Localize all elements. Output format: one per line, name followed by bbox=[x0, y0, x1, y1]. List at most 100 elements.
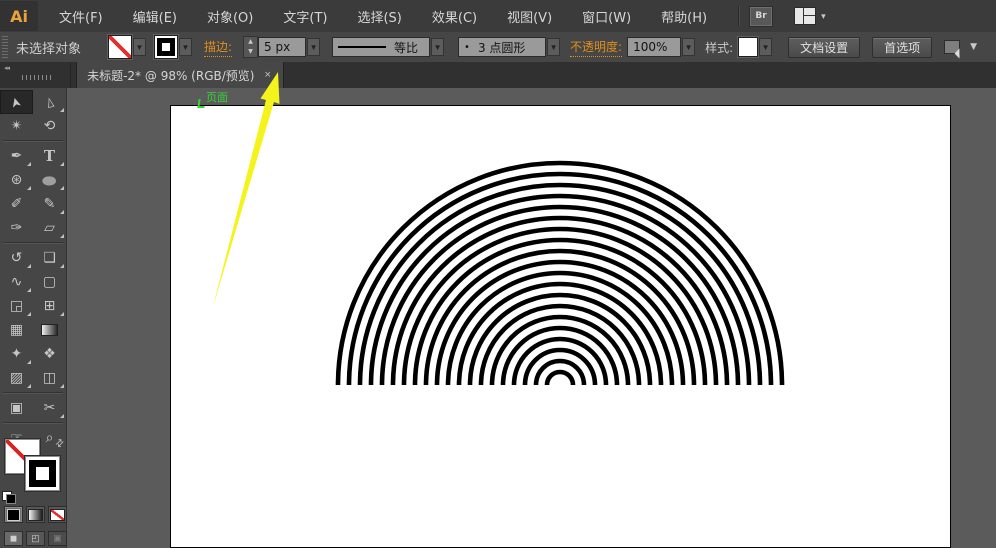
column-graph-tool[interactable]: ◫ bbox=[33, 366, 66, 390]
panel-drag-grip[interactable] bbox=[22, 75, 54, 80]
direct-selection-tool[interactable]: ▻ bbox=[33, 90, 66, 114]
menubar-item-5[interactable]: 效果(C) bbox=[417, 0, 492, 32]
collapse-panel-icon[interactable]: ◂◂ bbox=[4, 64, 9, 72]
opacity-input[interactable]: 100% bbox=[627, 37, 681, 57]
stroke-indicator[interactable] bbox=[25, 456, 60, 491]
stroke-profile-line-icon bbox=[338, 46, 386, 48]
width-profile-dropdown-icon[interactable]: ▼ bbox=[431, 38, 444, 56]
free-transform-tool[interactable]: ▢ bbox=[33, 270, 66, 294]
tool-group-divider bbox=[3, 392, 63, 394]
slice-tool[interactable]: ✂ bbox=[33, 396, 66, 420]
panel-grip[interactable] bbox=[2, 36, 8, 58]
width-profile-select[interactable]: 等比 bbox=[332, 37, 430, 57]
layout-grid-icon bbox=[794, 7, 816, 25]
control-bar: 未选择对象 ▼ ▼ 描边: ▲▼ 5 px ▼ 等比 ▼ • 3 点圆形 ▼ 不… bbox=[0, 32, 996, 63]
color-button[interactable] bbox=[4, 506, 23, 523]
blend-tool[interactable]: ❖ bbox=[33, 342, 66, 366]
lasso-tool[interactable]: ⟲ bbox=[33, 114, 66, 138]
width-tool[interactable]: ∿ bbox=[0, 270, 33, 294]
document-setup-button[interactable]: 文档设置 bbox=[788, 37, 860, 58]
polar-grid-tool[interactable]: ⊛ bbox=[0, 168, 33, 192]
pen-tool[interactable]: ✒ bbox=[0, 144, 33, 168]
menubar-item-7[interactable]: 窗口(W) bbox=[567, 0, 646, 32]
artboard-tool[interactable]: ▣ bbox=[0, 396, 33, 420]
artboard-page[interactable] bbox=[170, 105, 951, 548]
selection-tool[interactable]: ➤ bbox=[0, 90, 33, 114]
menubar-item-0[interactable]: 文件(F) bbox=[44, 0, 118, 32]
brush-definition-select[interactable]: • 3 点圆形 bbox=[458, 37, 546, 57]
blob-brush-tool[interactable]: ✑ bbox=[0, 216, 33, 240]
draw-normal-button[interactable]: ◼ bbox=[4, 531, 23, 546]
stroke-weight-stepper[interactable]: ▲▼ bbox=[243, 36, 258, 58]
style-dropdown-icon[interactable]: ▼ bbox=[759, 38, 772, 56]
fill-color-swatch[interactable] bbox=[108, 35, 132, 59]
mesh-tool[interactable]: ▦ bbox=[0, 318, 33, 342]
menubar-item-8[interactable]: 帮助(H) bbox=[646, 0, 722, 32]
perspective-grid-tool[interactable]: ⊞ bbox=[33, 294, 66, 318]
menubar-item-6[interactable]: 视图(V) bbox=[492, 0, 567, 32]
menubar-item-1[interactable]: 编辑(E) bbox=[118, 0, 192, 32]
artboard-name-label: 页面 bbox=[206, 89, 228, 105]
symbol-sprayer-tool[interactable]: ▨ bbox=[0, 366, 33, 390]
menubar-item-4[interactable]: 选择(S) bbox=[342, 0, 416, 32]
polar-grid-tool-icon: ⊛ bbox=[11, 173, 23, 187]
stroke-dropdown-icon[interactable]: ▼ bbox=[179, 38, 192, 56]
tool-group-divider bbox=[3, 422, 63, 424]
close-tab-icon[interactable]: × bbox=[262, 70, 272, 81]
type-tool-icon: T bbox=[44, 149, 55, 164]
style-swatch[interactable] bbox=[738, 37, 758, 57]
select-similar-dropdown-icon[interactable]: ▼ bbox=[970, 43, 977, 52]
flyout-corner-icon bbox=[60, 264, 64, 268]
opacity-label[interactable]: 不透明度: bbox=[570, 38, 622, 57]
menubar-item-2[interactable]: 对象(O) bbox=[192, 0, 268, 32]
fill-dropdown-icon[interactable]: ▼ bbox=[133, 38, 146, 56]
blend-tool-icon: ❖ bbox=[43, 347, 56, 361]
document-tab-bar: ◂◂ 未标题-2* @ 98% (RGB/预览) × bbox=[0, 62, 996, 88]
gradient-tool[interactable] bbox=[33, 318, 66, 342]
menubar-item-3[interactable]: 文字(T) bbox=[268, 0, 342, 32]
none-button[interactable] bbox=[48, 506, 67, 523]
pencil-tool[interactable]: ✎ bbox=[33, 192, 66, 216]
stroke-weight-dropdown-icon[interactable]: ▼ bbox=[307, 38, 320, 56]
gradient-button[interactable] bbox=[26, 506, 45, 523]
stepper-down-icon[interactable]: ▼ bbox=[244, 47, 257, 57]
fill-stroke-indicator: ⇄ bbox=[0, 436, 66, 502]
flyout-corner-icon bbox=[60, 312, 64, 316]
draw-behind-button[interactable]: ◰ bbox=[26, 531, 45, 546]
rotate-tool[interactable]: ↺ bbox=[0, 246, 33, 270]
scale-tool[interactable]: ❏ bbox=[33, 246, 66, 270]
swap-fill-stroke-icon[interactable]: ⇄ bbox=[53, 437, 67, 451]
flyout-corner-icon bbox=[27, 186, 31, 190]
eyedropper-tool[interactable]: ✦ bbox=[0, 342, 33, 366]
column-graph-tool-icon: ◫ bbox=[43, 371, 56, 385]
selection-tool-icon: ➤ bbox=[9, 95, 24, 109]
flyout-corner-icon bbox=[60, 108, 64, 112]
ellipse-tool[interactable]: ● bbox=[33, 168, 66, 192]
tools-panel-header: ◂◂ bbox=[0, 62, 71, 88]
brush-definition-dropdown-icon[interactable]: ▼ bbox=[547, 38, 560, 56]
gradient-icon bbox=[28, 509, 43, 521]
flyout-corner-icon bbox=[27, 312, 31, 316]
eraser-tool[interactable]: ▱ bbox=[33, 216, 66, 240]
paintbrush-tool[interactable]: ✐ bbox=[0, 192, 33, 216]
type-tool[interactable]: T bbox=[33, 144, 66, 168]
bridge-button[interactable]: Br bbox=[750, 7, 772, 26]
default-fill-stroke-icon[interactable] bbox=[2, 491, 16, 504]
arrange-documents-button[interactable]: ▾ bbox=[794, 7, 826, 25]
document-tab[interactable]: 未标题-2* @ 98% (RGB/预览) × bbox=[76, 62, 284, 88]
magic-wand-tool[interactable]: ✴ bbox=[0, 114, 33, 138]
stroke-color-swatch[interactable] bbox=[154, 35, 178, 59]
color-icon bbox=[7, 509, 20, 521]
stepper-up-icon[interactable]: ▲ bbox=[244, 37, 257, 47]
stroke-weight-label[interactable]: 描边: bbox=[204, 38, 232, 57]
select-similar-icon[interactable] bbox=[944, 40, 960, 54]
tool-group-divider bbox=[3, 140, 63, 142]
tools-grid: ➤▻✴⟲✒T⊛●✐✎✑▱↺❏∿▢◲⊞▦✦❖▨◫▣✂☞⌕ bbox=[0, 88, 66, 450]
opacity-dropdown-icon[interactable]: ▼ bbox=[682, 38, 695, 56]
stroke-weight-input[interactable]: 5 px bbox=[258, 37, 306, 57]
shape-builder-tool[interactable]: ◲ bbox=[0, 294, 33, 318]
preferences-button[interactable]: 首选项 bbox=[872, 37, 932, 58]
flyout-corner-icon bbox=[27, 288, 31, 292]
app-logo: Ai bbox=[0, 1, 38, 31]
draw-inside-button[interactable]: ▣ bbox=[48, 531, 67, 546]
